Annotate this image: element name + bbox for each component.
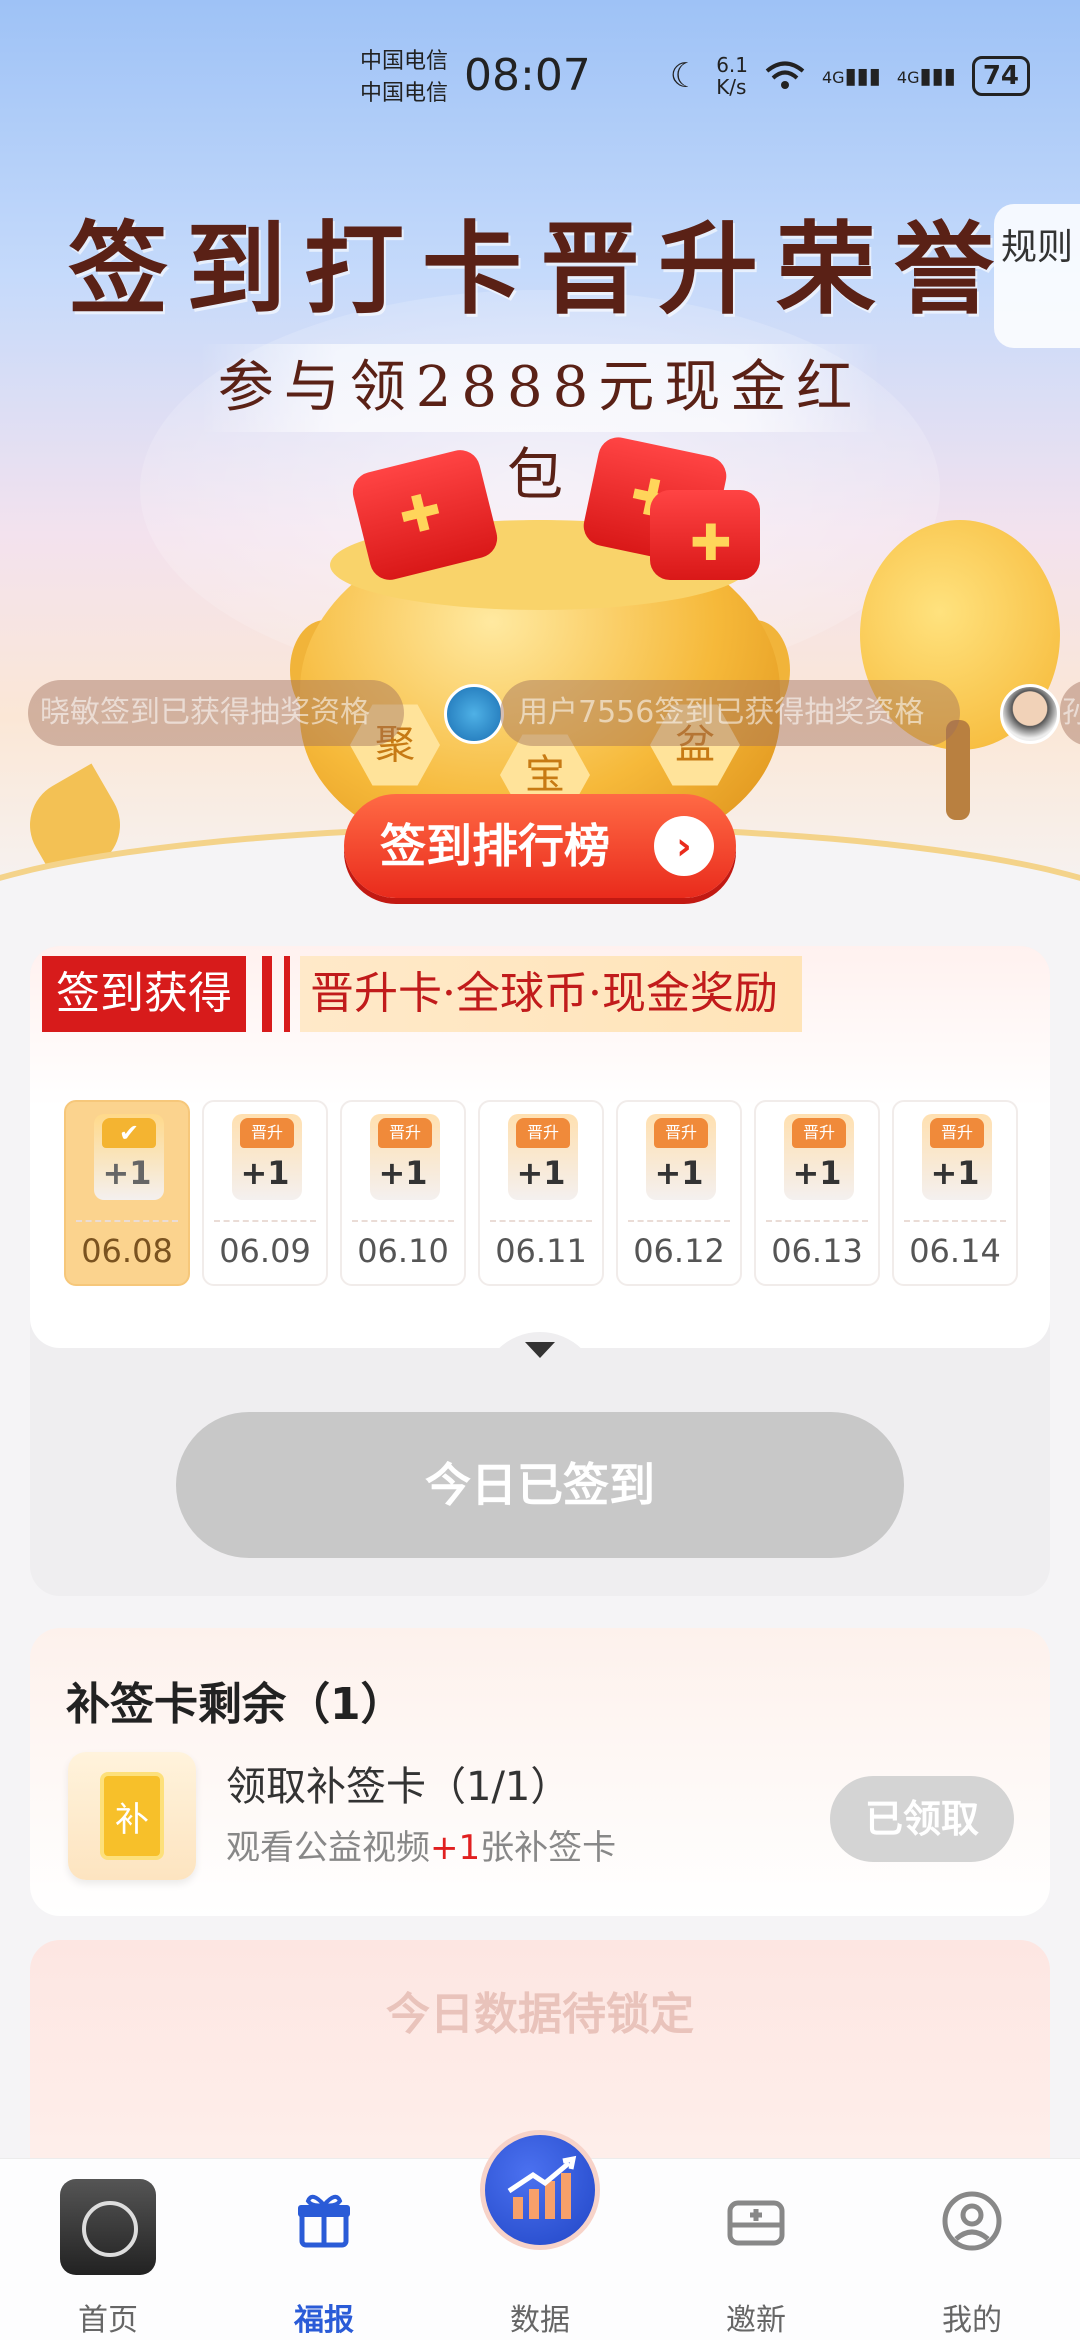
- card-mark: 晋升: [516, 1118, 570, 1148]
- day-separator: [766, 1220, 868, 1222]
- signin-rewards-panel: 签到获得 晋升卡·全球币·现金奖励 ✔ +1 06.08 晋升 +1 06.09…: [30, 946, 1050, 1348]
- day-card[interactable]: 晋升 +1 06.14: [892, 1100, 1018, 1286]
- day-card[interactable]: 晋升 +1 06.09: [202, 1100, 328, 1286]
- claimed-button[interactable]: 已领取: [830, 1776, 1014, 1862]
- day-reward: +1: [930, 1154, 980, 1192]
- day-date: 06.12: [633, 1232, 725, 1270]
- card-mark: 晋升: [378, 1118, 432, 1148]
- nav-label: 首页: [78, 2303, 138, 2338]
- wifi-icon: [765, 61, 805, 89]
- nav-home[interactable]: 首页: [0, 2159, 216, 2340]
- day-card[interactable]: 晋升 +1 06.10: [340, 1100, 466, 1286]
- makeup-desc-post: 张补签卡: [480, 1828, 617, 1868]
- data-fab-button[interactable]: [480, 2130, 600, 2250]
- red-envelope-icon: [650, 490, 760, 580]
- gift-icon: [298, 2194, 350, 2248]
- carrier-2: 中国电信: [360, 81, 449, 106]
- day-reward: +1: [102, 1154, 152, 1192]
- card-mark: 晋升: [792, 1118, 846, 1148]
- status-time: 08:07: [464, 50, 591, 101]
- day-date: 06.08: [81, 1232, 173, 1270]
- day-separator: [904, 1220, 1006, 1222]
- day-card[interactable]: 晋升 +1 06.11: [478, 1100, 604, 1286]
- day-reward: +1: [378, 1154, 428, 1192]
- day-date: 06.11: [495, 1232, 587, 1270]
- ticker-avatar-globe: [444, 684, 504, 744]
- makeup-item-desc: 观看公益视频+1张补签卡: [226, 1820, 616, 1869]
- nav-label: 我的: [942, 2303, 1002, 2338]
- signed-today-button[interactable]: 今日已签到: [176, 1412, 904, 1558]
- day-date: 06.10: [357, 1232, 449, 1270]
- signal-icon-2: 4G▮▮▮: [896, 63, 956, 89]
- ticker-item: 用户7556签到已获得抽奖资格: [500, 680, 960, 746]
- signal-2-label: 4G: [896, 67, 920, 87]
- rules-button[interactable]: 规则: [994, 204, 1080, 348]
- earn-description: 晋升卡·全球币·现金奖励: [300, 956, 802, 1032]
- day-reward: +1: [516, 1154, 566, 1192]
- earn-divider: [262, 956, 290, 1032]
- carrier-1: 中国电信: [360, 49, 449, 74]
- ticker-text: 孙: [1062, 695, 1080, 730]
- day-separator: [76, 1220, 178, 1222]
- makeup-icon-char: 补: [100, 1772, 164, 1860]
- day-separator: [628, 1220, 730, 1222]
- day-separator: [214, 1220, 316, 1222]
- day-date: 06.09: [219, 1232, 311, 1270]
- signal-icon-1: 4G▮▮▮: [822, 63, 881, 89]
- hero-banner: 中国电信 中国电信 08:07 ☾ 6.1 K/s 4G▮▮▮ 4G▮▮▮ 74…: [0, 0, 1080, 920]
- nav-invite[interactable]: 邀新: [648, 2159, 864, 2340]
- net-speed: 6.1 K/s: [716, 53, 748, 99]
- day-reward: +1: [240, 1154, 290, 1192]
- chart-trend-icon: [507, 2155, 577, 2219]
- checkmark-icon: ✔: [102, 1118, 156, 1148]
- day-reward: +1: [792, 1154, 842, 1192]
- makeup-card-section: 补签卡剩余（1） 补 领取补签卡（1/1） 观看公益视频+1张补签卡 已领取: [30, 1628, 1050, 1916]
- makeup-title: 补签卡剩余（1）: [66, 1679, 405, 1730]
- day-date: 06.13: [771, 1232, 863, 1270]
- ticker-avatar-user: [1000, 684, 1060, 744]
- day-date: 06.14: [909, 1232, 1001, 1270]
- user-icon: [942, 2191, 1002, 2251]
- home-logo-icon: [60, 2179, 156, 2275]
- card-mark: 晋升: [240, 1118, 294, 1148]
- ticker-item: 孙: [1060, 680, 1080, 746]
- moon-icon: ☾: [669, 56, 701, 96]
- day-separator: [352, 1220, 454, 1222]
- card-mark: 晋升: [654, 1118, 708, 1148]
- carrier-names: 中国电信 中国电信: [360, 46, 448, 110]
- nav-blessing[interactable]: 福报: [216, 2159, 432, 2340]
- page-title: 签到打卡晋升荣誉: [68, 210, 1012, 328]
- data-lock-title: 今日数据待锁定: [386, 1989, 694, 2040]
- signin-days: ✔ +1 06.08 晋升 +1 06.09 晋升 +1 06.10 晋升 +1: [64, 1100, 1018, 1286]
- makeup-desc-pre: 观看公益视频: [226, 1828, 430, 1868]
- ticker-item: 晓敏签到已获得抽奖资格: [28, 680, 404, 746]
- invite-icon: [727, 2200, 785, 2246]
- status-bar: 中国电信 中国电信 08:07 ☾ 6.1 K/s 4G▮▮▮ 4G▮▮▮ 74: [0, 0, 1080, 150]
- signal-1-label: 4G: [822, 67, 845, 87]
- leaderboard-label: 签到排行榜: [380, 819, 610, 873]
- chevron-right-icon: ›: [654, 816, 714, 876]
- day-card[interactable]: ✔ +1 06.08: [64, 1100, 190, 1286]
- nav-profile[interactable]: 我的: [864, 2159, 1080, 2340]
- ticker-text: 晓敏签到已获得抽奖资格: [40, 695, 370, 730]
- signin-card: 签到获得 晋升卡·全球币·现金奖励 ✔ +1 06.08 晋升 +1 06.09…: [30, 946, 1050, 1596]
- nav-label: 福报: [294, 2303, 354, 2338]
- battery-icon: 74: [971, 56, 1030, 96]
- nav-label: 邀新: [726, 2303, 786, 2338]
- page-subtitle: 参与领2888元现金红包: [200, 344, 880, 508]
- nav-label: 数据: [510, 2303, 570, 2338]
- status-icons: ☾ 6.1 K/s 4G▮▮▮ 4G▮▮▮ 74: [670, 54, 1030, 98]
- caret-down-icon: [525, 1342, 555, 1358]
- makeup-item-name: 领取补签卡（1/1）: [226, 1764, 571, 1810]
- leaderboard-button[interactable]: 签到排行榜 ›: [344, 794, 736, 898]
- day-reward: +1: [654, 1154, 704, 1192]
- makeup-desc-highlight: +1: [430, 1828, 481, 1868]
- makeup-card-icon: 补: [68, 1752, 196, 1880]
- ticker-text: 用户7556签到已获得抽奖资格: [518, 695, 925, 730]
- day-card[interactable]: 晋升 +1 06.12: [616, 1100, 742, 1286]
- day-separator: [490, 1220, 592, 1222]
- earn-label: 签到获得: [42, 956, 246, 1032]
- card-mark: 晋升: [930, 1118, 984, 1148]
- day-card[interactable]: 晋升 +1 06.13: [754, 1100, 880, 1286]
